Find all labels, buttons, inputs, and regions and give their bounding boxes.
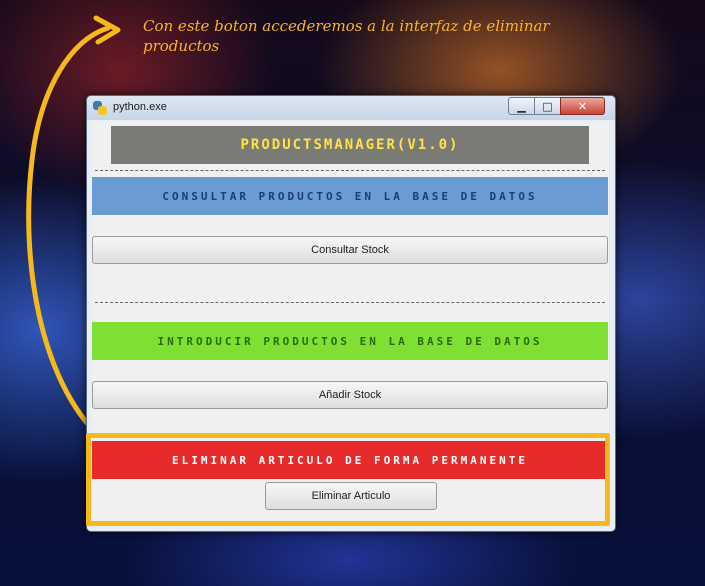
separator [95,302,605,303]
consultar-stock-button[interactable]: Consultar Stock [92,236,608,264]
title-bar[interactable]: python.exe ▁ □ ✕ [87,96,615,120]
app-header-banner: PRODUCTSMANAGER(V1.0) [111,126,589,164]
close-button[interactable]: ✕ [560,97,605,115]
anadir-stock-button[interactable]: Añadir Stock [92,381,608,409]
maximize-icon: □ [542,99,553,113]
separator [95,170,605,171]
minimize-icon: ▁ [517,99,526,113]
consult-banner: Consultar productos en la base de datos [92,177,608,215]
maximize-button[interactable]: □ [534,97,561,115]
introduce-banner: Introducir productos en la base de datos [92,322,608,360]
window-title: python.exe [113,101,167,113]
annotation-text: Con este boton accederemos a la interfaz… [143,17,550,55]
python-icon [93,101,107,115]
highlight-box [86,433,610,526]
close-icon: ✕ [577,99,588,113]
minimize-button[interactable]: ▁ [508,97,535,115]
